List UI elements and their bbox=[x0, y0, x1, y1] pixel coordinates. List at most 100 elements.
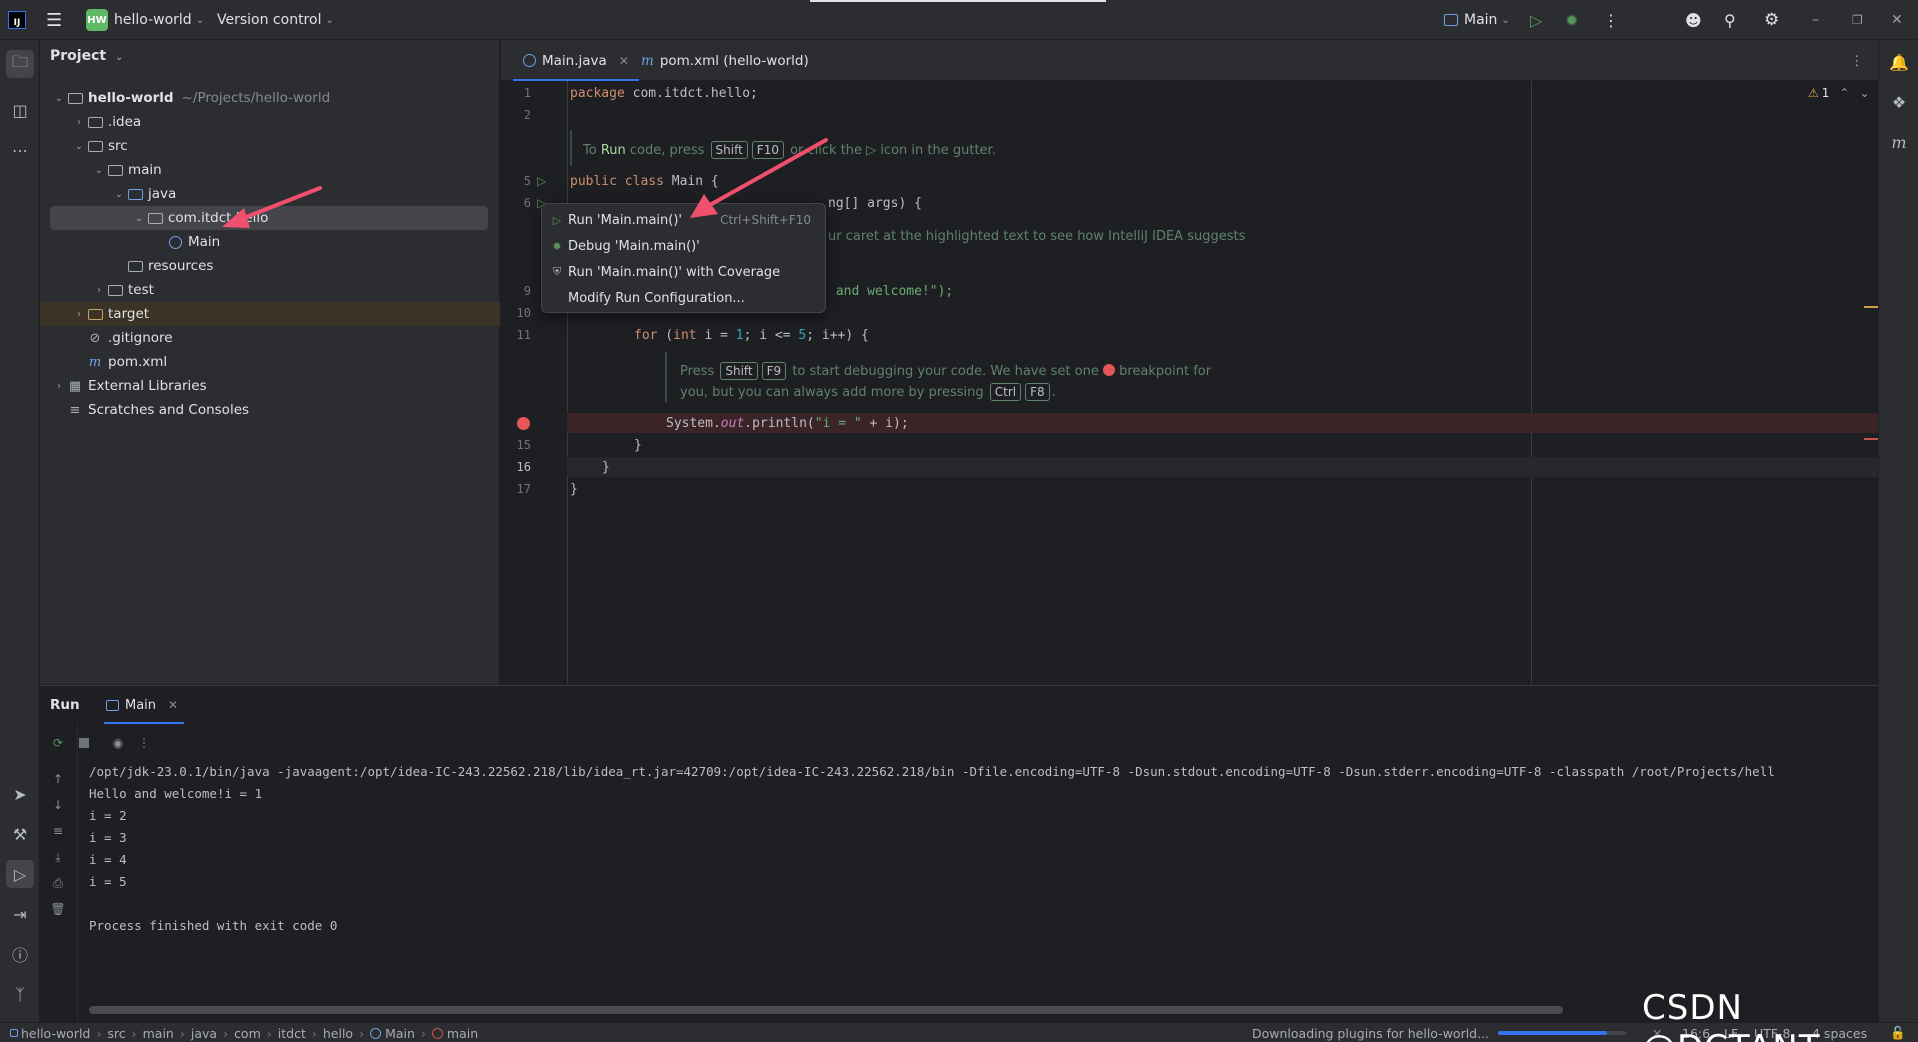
code-line-9-tail: and welcome!"); bbox=[828, 284, 954, 299]
restore-button[interactable]: ❐ bbox=[1852, 0, 1863, 40]
run-gutter-icon[interactable]: ▷ bbox=[537, 174, 546, 188]
code-line-1: package com.itdct.hello; bbox=[570, 86, 758, 101]
run-tab-main[interactable]: Main ✕ bbox=[102, 686, 224, 724]
breadcrumb-item[interactable]: itdct bbox=[278, 1026, 306, 1041]
menu-item-debug[interactable]: ✹ Debug 'Main.main()' bbox=[546, 234, 821, 258]
tree-item-java[interactable]: ⌄ java bbox=[40, 182, 500, 206]
tree-item-test[interactable]: › test bbox=[40, 278, 500, 302]
inspection-widget[interactable]: ⚠ 1 ⌃ ⌄ bbox=[1808, 86, 1870, 100]
breakpoint-icon[interactable] bbox=[517, 417, 530, 430]
console-line: /opt/jdk-23.0.1/bin/java -javaagent:/opt… bbox=[89, 764, 1775, 779]
scroll-up-button[interactable]: ↑ bbox=[48, 769, 68, 789]
horizontal-scrollbar[interactable] bbox=[89, 1006, 1563, 1014]
console-line: Hello and welcome!i = 1 bbox=[89, 786, 263, 801]
breadcrumb-item[interactable]: com bbox=[234, 1026, 261, 1041]
more-actions-button[interactable]: ⋮ bbox=[1603, 0, 1619, 40]
menu-item-run[interactable]: ▷ Run 'Main.main()' Ctrl+Shift+F10 bbox=[546, 208, 821, 232]
breadcrumb-item[interactable]: hello bbox=[323, 1026, 353, 1041]
run-inline-icon: ▷ bbox=[866, 143, 877, 158]
chevron-down-icon: ⌄ bbox=[325, 14, 334, 26]
screenshot-button[interactable]: ◉ bbox=[108, 733, 128, 753]
debug-button[interactable]: ✹ bbox=[1565, 0, 1578, 40]
problems-icon: ⓘ bbox=[11, 946, 28, 965]
line-number: 9 bbox=[523, 284, 531, 298]
tree-label: Main bbox=[188, 234, 221, 250]
tab-pom-xml[interactable]: m pom.xml (hello-world) bbox=[631, 40, 819, 81]
tree-item-src[interactable]: ⌄ src bbox=[40, 134, 500, 158]
terminal-tool-button[interactable]: ⇥ bbox=[6, 900, 34, 928]
maven-button[interactable]: m bbox=[1885, 128, 1913, 156]
run-config-selector[interactable]: Main ⌄ bbox=[1444, 0, 1510, 40]
breadcrumb-item[interactable]: Main bbox=[385, 1026, 415, 1041]
console-output[interactable]: /opt/jdk-23.0.1/bin/java -javaagent:/opt… bbox=[78, 758, 1878, 1004]
chevron-right-icon: › bbox=[97, 284, 101, 296]
folder-icon bbox=[86, 114, 104, 130]
project-switcher[interactable]: HW hello-world ⌄ bbox=[86, 0, 204, 40]
run-tool-button[interactable]: ▷ bbox=[6, 860, 34, 888]
ai-assistant-button[interactable]: ❖ bbox=[1885, 88, 1913, 116]
settings-button[interactable]: ⚙ bbox=[1764, 0, 1779, 40]
run-more-button[interactable]: ⋮ bbox=[134, 733, 154, 753]
more-tools-button[interactable]: ⋯ bbox=[6, 136, 34, 164]
services-icon: ➤ bbox=[13, 784, 27, 804]
close-window-button[interactable]: ✕ bbox=[1891, 0, 1903, 40]
breadcrumb-item[interactable]: main bbox=[447, 1026, 478, 1041]
chevron-down-icon: ⌄ bbox=[195, 14, 205, 26]
run-button[interactable]: ▷ bbox=[1530, 0, 1542, 40]
project-tool-button[interactable]: 🗀 bbox=[6, 50, 34, 78]
project-panel-header[interactable]: Project ⌄ bbox=[50, 48, 123, 64]
services-tool-button[interactable]: ➤ bbox=[6, 780, 34, 808]
breadcrumb-item[interactable]: main bbox=[143, 1026, 174, 1041]
tree-label: External Libraries bbox=[88, 378, 207, 394]
tab-options-button[interactable]: ⋮ bbox=[1850, 40, 1864, 81]
breadcrumb-item[interactable]: hello-world bbox=[21, 1026, 90, 1041]
breadcrumb-item[interactable]: src bbox=[107, 1026, 125, 1041]
tree-item-main[interactable]: ⌄ main bbox=[40, 158, 500, 182]
problems-tool-button[interactable]: ⓘ bbox=[6, 940, 34, 968]
code-with-me-button[interactable]: ☻ bbox=[1685, 0, 1702, 40]
tree-label: test bbox=[128, 282, 154, 298]
minimize-button[interactable]: – bbox=[1812, 0, 1819, 40]
build-tool-button[interactable]: ⚒ bbox=[6, 820, 34, 848]
notifications-button[interactable]: 🔔 bbox=[1885, 48, 1913, 76]
editor-tab-bar: Main.java ✕ m pom.xml (hello-world) ⋮ bbox=[501, 40, 1878, 81]
structure-tool-button[interactable]: ◫ bbox=[6, 96, 34, 124]
project-panel-title: Project bbox=[50, 48, 107, 64]
print-button[interactable]: ⎙ bbox=[48, 873, 68, 893]
chevron-right-icon: › bbox=[57, 380, 61, 392]
warning-icon: ⚠ bbox=[1808, 86, 1819, 100]
chevron-down-icon: ⌄ bbox=[1501, 14, 1510, 26]
tree-item-target[interactable]: › target bbox=[40, 302, 500, 326]
breadcrumb-item[interactable]: java bbox=[191, 1026, 217, 1041]
tree-label: resources bbox=[148, 258, 214, 274]
rerun-button[interactable]: ⟳ bbox=[48, 733, 68, 753]
tree-label: target bbox=[108, 306, 150, 322]
tree-item-idea[interactable]: › .idea bbox=[40, 110, 500, 134]
stop-button[interactable] bbox=[74, 733, 94, 753]
tree-item-resources[interactable]: resources bbox=[40, 254, 500, 278]
git-tool-button[interactable]: ᛉ bbox=[6, 980, 34, 1008]
menu-item-modify-config[interactable]: Modify Run Configuration... bbox=[546, 286, 821, 310]
clear-console-button[interactable]: 🗑 bbox=[48, 899, 68, 919]
tree-item-scratches[interactable]: ≡ Scratches and Consoles bbox=[40, 398, 500, 422]
tab-main-java[interactable]: Main.java ✕ bbox=[513, 40, 639, 81]
background-task-label[interactable]: Downloading plugins for hello-world... bbox=[1252, 1023, 1489, 1042]
title-bar: IJ ☰ HW hello-world ⌄ Version control ⌄ … bbox=[0, 0, 1918, 40]
soft-wrap-button[interactable]: ≡ bbox=[48, 821, 68, 841]
menu-item-coverage[interactable]: ⛨ Run 'Main.main()' with Coverage bbox=[546, 260, 821, 284]
tree-item-pom[interactable]: m pom.xml bbox=[40, 350, 500, 374]
main-menu-button[interactable]: ☰ bbox=[46, 0, 62, 40]
tree-item-package[interactable]: ⌄ com.itdct.hello bbox=[50, 206, 488, 230]
close-tab-icon[interactable]: ✕ bbox=[168, 698, 178, 712]
tree-item-gitignore[interactable]: ⊘ .gitignore bbox=[40, 326, 500, 350]
scroll-to-end-button[interactable]: ⤓ bbox=[48, 847, 68, 867]
tree-item-hello-world[interactable]: ⌄ hello-world ~/Projects/hello-world bbox=[40, 86, 500, 110]
restore-icon: ❐ bbox=[1852, 13, 1863, 27]
vcs-menu[interactable]: Version control ⌄ bbox=[217, 0, 334, 40]
close-tab-icon[interactable]: ✕ bbox=[619, 54, 629, 68]
scroll-down-button[interactable]: ↓ bbox=[48, 795, 68, 815]
resources-folder-icon bbox=[126, 258, 144, 274]
tree-item-external-libraries[interactable]: › ▦ External Libraries bbox=[40, 374, 500, 398]
search-button[interactable]: ⚲ bbox=[1724, 0, 1736, 40]
tree-item-main-class[interactable]: Main bbox=[40, 230, 500, 254]
